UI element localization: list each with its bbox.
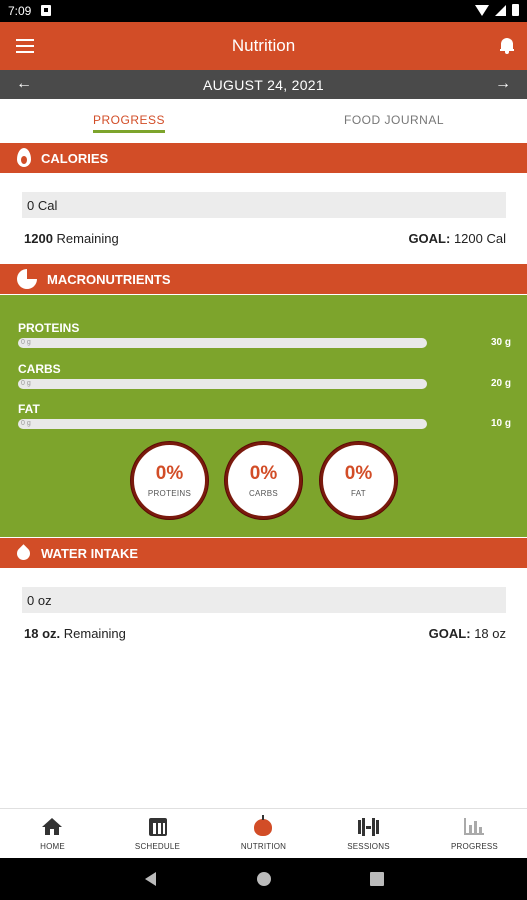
notification-icon [41, 5, 51, 16]
tab-bar: PROGRESS FOOD JOURNAL [0, 99, 527, 142]
nav-progress[interactable]: PROGRESS [422, 809, 527, 859]
page-title: Nutrition [231, 36, 296, 55]
calories-value: 0 Cal [27, 198, 58, 213]
nav-progress-label: PROGRESS [451, 842, 498, 851]
bar-chart-icon [464, 818, 484, 835]
water-remaining-label: Remaining [63, 626, 126, 641]
water-drop-icon [17, 544, 30, 561]
calories-remaining-label: Remaining [56, 231, 119, 246]
water-goal: GOAL: 18 oz [429, 626, 506, 641]
calories-goal: GOAL: 1200 Cal [408, 231, 506, 246]
recent-apps-icon[interactable] [370, 872, 384, 886]
water-goal-value: 18 oz [474, 626, 506, 641]
calories-value-box: 0 Cal [22, 192, 506, 218]
app-bar: Nutrition [0, 22, 527, 70]
tab-progress[interactable]: PROGRESS [93, 113, 166, 133]
macronutrients-header-label: MACRONUTRIENTS [47, 272, 171, 287]
nav-home[interactable]: HOME [0, 809, 105, 859]
calories-remaining: 1200 Remaining [24, 231, 119, 246]
nav-sessions-label: SESSIONS [347, 842, 390, 851]
nav-sessions[interactable]: SESSIONS [316, 809, 421, 859]
home-circle-icon[interactable] [257, 872, 271, 886]
wifi-icon [475, 4, 489, 16]
proteins-value: 0 g [21, 339, 31, 346]
proteins-goal: 30 g [490, 337, 511, 348]
carbs-percent: 0% [249, 463, 278, 484]
status-bar: 7:09 [0, 0, 527, 22]
calories-remaining-value: 1200 [24, 231, 53, 246]
status-time: 7:09 [8, 4, 32, 18]
date-navigator: ← AUGUST 24, 2021 → [0, 70, 527, 99]
nav-schedule[interactable]: SCHEDULE [105, 809, 210, 859]
apple-icon [254, 815, 272, 836]
fat-goal: 10 g [490, 418, 511, 429]
proteins-percent-ring: 0% PROTEINS [131, 442, 208, 519]
water-goal-label: GOAL: [428, 626, 471, 641]
proteins-label: PROTEINS [18, 321, 80, 335]
water-intake-header-label: WATER INTAKE [41, 546, 139, 561]
carbs-progress-bar: 0 g [18, 379, 427, 389]
water-value: 0 oz [27, 593, 52, 608]
fat-percent: 0% [344, 463, 373, 484]
dumbbell-icon [356, 818, 381, 836]
next-day-arrow-icon[interactable]: → [495, 75, 511, 93]
proteins-percent: 0% [155, 463, 184, 484]
carbs-goal: 20 g [490, 378, 511, 389]
macronutrients-header: MACRONUTRIENTS [0, 264, 527, 294]
flame-icon [17, 148, 31, 167]
bell-icon[interactable] [500, 38, 514, 54]
tab-food-journal[interactable]: FOOD JOURNAL [344, 113, 444, 127]
calendar-icon [149, 818, 167, 836]
home-icon [42, 818, 63, 836]
system-navigation-bar [0, 858, 527, 900]
nav-schedule-label: SCHEDULE [134, 842, 181, 851]
water-intake-header: WATER INTAKE [0, 538, 527, 568]
carbs-value: 0 g [21, 380, 31, 387]
battery-icon [512, 4, 519, 16]
proteins-ring-label: PROTEINS [147, 489, 192, 498]
fat-value: 0 g [21, 420, 31, 427]
water-value-box: 0 oz [22, 587, 506, 613]
proteins-progress-bar: 0 g [18, 338, 427, 348]
water-remaining-value: 18 oz. [24, 626, 61, 641]
bottom-navigation: HOME SCHEDULE NUTRITION SESSIONS PROGRES… [0, 808, 527, 858]
pie-chart-icon [17, 269, 37, 289]
fat-ring-label: FAT [351, 489, 366, 498]
signal-icon [495, 4, 506, 16]
current-date: AUGUST 24, 2021 [203, 77, 324, 93]
carbs-ring-label: CARBS [248, 489, 279, 498]
back-icon[interactable] [145, 872, 156, 886]
carbs-percent-ring: 0% CARBS [225, 442, 302, 519]
calories-goal-label: GOAL: [408, 231, 451, 246]
fat-progress-bar: 0 g [18, 419, 427, 429]
water-remaining: 18 oz. Remaining [24, 626, 126, 641]
fat-percent-ring: 0% FAT [320, 442, 397, 519]
nav-nutrition[interactable]: NUTRITION [211, 809, 316, 859]
calories-header: CALORIES [0, 143, 527, 173]
fat-label: FAT [18, 402, 40, 416]
calories-goal-value: 1200 Cal [453, 231, 506, 246]
nav-nutrition-label: NUTRITION [240, 842, 287, 851]
carbs-label: CARBS [18, 362, 61, 376]
calories-header-label: CALORIES [41, 151, 109, 166]
nav-home-label: HOME [40, 842, 65, 851]
status-icons [475, 4, 519, 16]
